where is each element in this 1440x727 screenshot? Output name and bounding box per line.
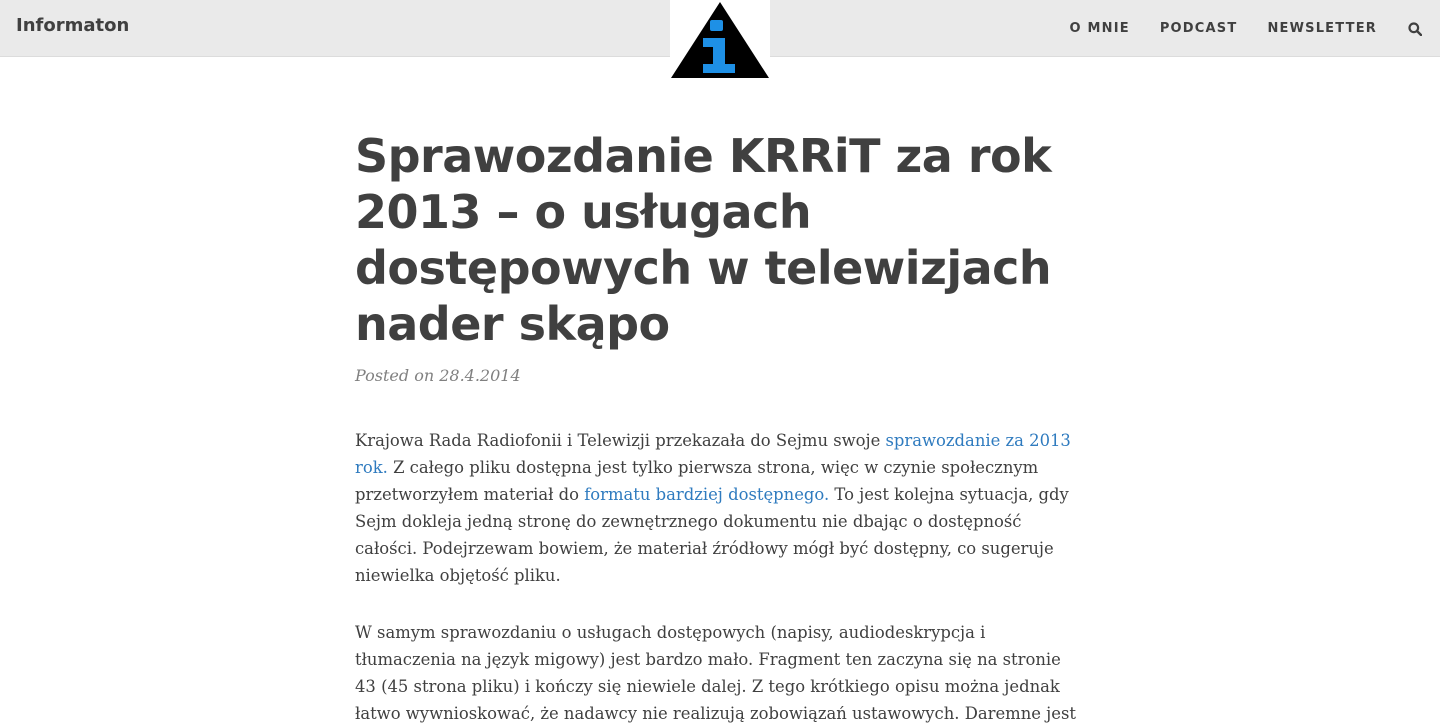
info-triangle-logo-icon: [671, 2, 769, 78]
article-title: Sprawozdanie KRRiT za rok 2013 – o usług…: [355, 129, 1052, 351]
article: Sprawozdanie KRRiT za rok 2013 – o usług…: [355, 128, 1085, 727]
nav-item-o-mnie[interactable]: O MNIE: [1070, 21, 1130, 36]
post-date: Posted on 28.4.2014: [355, 366, 521, 385]
accessible-format-link[interactable]: formatu bardziej dostępnego.: [584, 485, 829, 504]
site-brand-link[interactable]: Informaton: [16, 15, 129, 36]
paragraph-text: Krajowa Rada Radiofonii i Telewizji prze…: [355, 431, 886, 450]
search-icon[interactable]: [1407, 21, 1423, 37]
paragraph-1: Krajowa Rada Radiofonii i Telewizji prze…: [355, 427, 1085, 589]
site-logo[interactable]: [670, 0, 770, 80]
nav-item-podcast[interactable]: PODCAST: [1160, 21, 1238, 36]
main-nav: O MNIE PODCAST NEWSLETTER: [1070, 0, 1440, 57]
top-navbar: Informaton O MNIE PODCAST NEWSLETTER: [0, 0, 1440, 80]
paragraph-2: W samym sprawozdaniu o usługach dostępow…: [355, 623, 1076, 723]
nav-item-newsletter[interactable]: NEWSLETTER: [1267, 21, 1377, 36]
